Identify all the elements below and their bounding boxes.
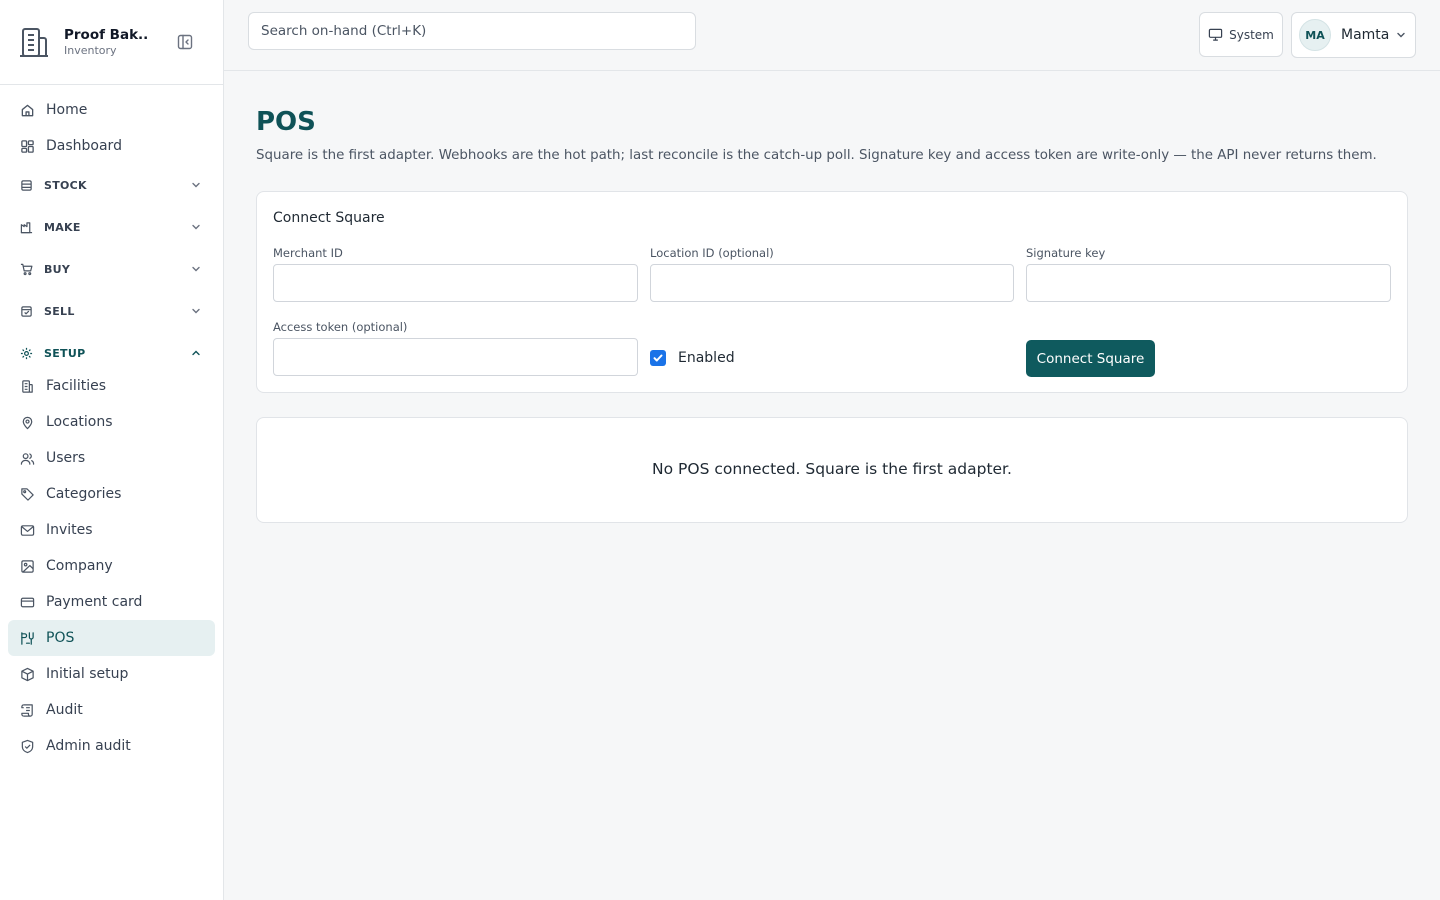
search-input[interactable]: [248, 12, 696, 50]
sidebar-item-pos[interactable]: POS: [8, 620, 215, 656]
factory-icon: [20, 221, 33, 233]
access-token-label: Access token (optional): [273, 320, 408, 334]
sidebar-group-make[interactable]: MAKE: [8, 206, 215, 248]
sidebar-item-users[interactable]: Users: [8, 440, 215, 476]
enabled-label: Enabled: [678, 350, 735, 366]
page-description: Square is the first adapter. Webhooks ar…: [256, 148, 1377, 163]
connect-square-card: Connect Square Merchant ID Location ID (…: [256, 191, 1408, 393]
topbar: System MA Mamta: [224, 0, 1440, 71]
sidebar: Proof Bak... Inventory Home Dashboard ST…: [0, 0, 224, 900]
brand-name: Proof Bak...: [64, 26, 148, 43]
sidebar-item-invites[interactable]: Invites: [8, 512, 215, 548]
user-menu-button[interactable]: MA Mamta: [1291, 12, 1416, 58]
sidebar-group-label: SETUP: [44, 346, 86, 360]
sidebar-item-label: POS: [46, 630, 75, 646]
sidebar-item-audit[interactable]: Audit: [8, 692, 215, 728]
sidebar-item-admin-audit[interactable]: Admin audit: [8, 728, 215, 764]
scroll-icon: [21, 703, 33, 717]
monitor-icon: [1208, 28, 1223, 41]
sidebar-group-label: BUY: [44, 262, 71, 276]
merchant-id-label: Merchant ID: [273, 246, 343, 260]
sidebar-item-label: Users: [46, 450, 86, 466]
page-title: POS: [256, 107, 316, 137]
sidebar-item-label: Categories: [46, 486, 122, 502]
cart-icon: [20, 263, 33, 275]
sidebar-nav: Home Dashboard STOCK MAKE BUY SELL SETUP…: [0, 92, 223, 764]
chevron-down-icon: [1397, 32, 1405, 38]
sidebar-item-facilities[interactable]: Facilities: [8, 368, 215, 404]
tag-icon: [21, 487, 34, 501]
card-title: Connect Square: [273, 210, 385, 226]
sidebar-group-label: MAKE: [44, 220, 81, 234]
sidebar-item-company[interactable]: Company: [8, 548, 215, 584]
empty-state-message: No POS connected. Square is the first ad…: [652, 460, 1012, 478]
dashboard-icon: [21, 139, 34, 153]
sidebar-group-label: STOCK: [44, 178, 87, 192]
sidebar-item-home[interactable]: Home: [8, 92, 215, 128]
pos-terminal-icon: [21, 631, 34, 645]
access-token-field[interactable]: [273, 338, 638, 376]
user-name: Mamta: [1341, 27, 1390, 43]
sidebar-item-dashboard[interactable]: Dashboard: [8, 128, 215, 164]
brand-subtitle: Inventory: [64, 43, 117, 57]
sidebar-item-label: Admin audit: [46, 738, 131, 754]
users-icon: [20, 452, 35, 465]
gear-icon: [20, 347, 33, 359]
mail-icon: [20, 524, 35, 536]
sidebar-item-initial-setup[interactable]: Initial setup: [8, 656, 215, 692]
connect-square-button[interactable]: Connect Square: [1026, 340, 1155, 377]
chevron-down-icon: [192, 266, 200, 272]
sidebar-item-categories[interactable]: Categories: [8, 476, 215, 512]
location-id-label: Location ID (optional): [650, 246, 774, 260]
sidebar-group-stock[interactable]: STOCK: [8, 164, 215, 206]
location-id-field[interactable]: [650, 264, 1014, 302]
sidebar-item-label: Invites: [46, 522, 93, 538]
avatar: MA: [1299, 19, 1331, 51]
package-icon: [21, 667, 34, 681]
signature-key-field[interactable]: [1026, 264, 1391, 302]
map-pin-icon: [22, 416, 33, 429]
checkmark-icon: [653, 354, 663, 362]
sidebar-group-buy[interactable]: BUY: [8, 248, 215, 290]
sidebar-collapse-icon[interactable]: [176, 33, 194, 51]
sidebar-item-label: Company: [46, 558, 113, 574]
chevron-up-icon: [192, 350, 200, 356]
building-icon: [20, 28, 48, 57]
enabled-checkbox-row[interactable]: Enabled: [650, 350, 735, 366]
enabled-checkbox[interactable]: [650, 350, 666, 366]
sidebar-item-label: Facilities: [46, 378, 106, 394]
chevron-down-icon: [192, 224, 200, 230]
database-icon: [21, 179, 32, 191]
image-icon: [21, 559, 34, 573]
receipt-icon: [21, 305, 32, 317]
credit-card-icon: [20, 597, 35, 607]
signature-key-label: Signature key: [1026, 246, 1106, 260]
chevron-down-icon: [192, 182, 200, 188]
sidebar-item-locations[interactable]: Locations: [8, 404, 215, 440]
sidebar-group-sell[interactable]: SELL: [8, 290, 215, 332]
sidebar-item-label: Payment card: [46, 594, 143, 610]
sidebar-item-label: Locations: [46, 414, 113, 430]
theme-toggle-button[interactable]: System: [1199, 12, 1283, 57]
sidebar-item-label: Initial setup: [46, 666, 129, 682]
sidebar-item-payment-card[interactable]: Payment card: [8, 584, 215, 620]
building-icon: [22, 379, 33, 393]
theme-label: System: [1229, 27, 1274, 42]
sidebar-item-label: Home: [46, 102, 88, 118]
pos-connections-card: No POS connected. Square is the first ad…: [256, 417, 1408, 523]
shield-check-icon: [21, 739, 34, 753]
sidebar-item-label: Dashboard: [46, 138, 122, 154]
merchant-id-field[interactable]: [273, 264, 638, 302]
sidebar-group-label: SELL: [44, 304, 75, 318]
sidebar-item-label: Audit: [46, 702, 83, 718]
home-icon: [21, 104, 34, 116]
chevron-down-icon: [192, 308, 200, 314]
